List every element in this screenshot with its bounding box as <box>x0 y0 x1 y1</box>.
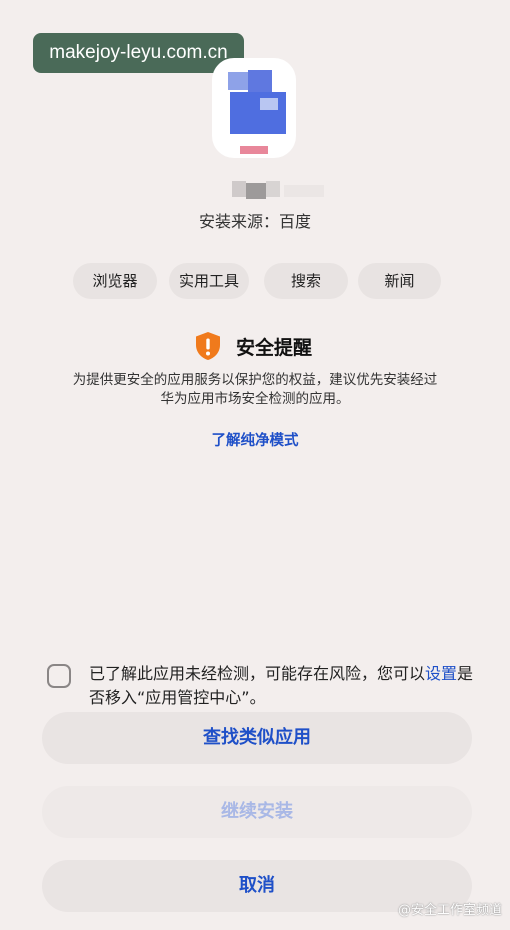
continue-install-button[interactable]: 继续安装 <box>42 786 472 838</box>
alert-title: 安全提醒 <box>236 336 313 359</box>
alert-desc-line: 华为应用市场安全检测的应用。 <box>160 391 350 407</box>
learn-pure-mode-link[interactable]: 了解纯净模式 <box>0 429 510 450</box>
tag-search[interactable]: 搜索 <box>264 263 348 299</box>
install-source: 安装来源：百度 <box>198 212 311 231</box>
shield-warning-icon <box>196 332 220 360</box>
icon-mosaic <box>240 146 268 154</box>
tag-news[interactable]: 新闻 <box>358 263 441 299</box>
app-icon <box>212 58 296 158</box>
risk-consent-checkbox[interactable] <box>47 664 71 688</box>
find-similar-apps-button[interactable]: 查找类似应用 <box>42 712 472 764</box>
security-alert-header: 安全提醒 <box>194 331 312 361</box>
tag-utility-tools[interactable]: 实用工具 <box>169 263 249 299</box>
app-name-obscured <box>232 181 324 199</box>
tag-browser[interactable]: 浏览器 <box>73 263 157 299</box>
icon-mosaic <box>260 98 278 110</box>
icon-mosaic <box>228 72 250 90</box>
corner-watermark: @安全工作室频道 <box>397 903 502 918</box>
consent-text-before: 已了解此应用未经检测，可能存在风险，您可以 <box>89 664 426 683</box>
alert-desc-line: 为提供更安全的应用服务以保护您的权益，建议优先安装经过 <box>72 372 438 388</box>
alert-description: 为提供更安全的应用服务以保护您的权益，建议优先安装经过 华为应用市场安全检测的应… <box>40 371 470 409</box>
settings-link[interactable]: 设置 <box>425 664 457 683</box>
consent-text: 已了解此应用未经检测，可能存在风险，您可以设置是否移入“应用管控中心”。 <box>89 662 475 710</box>
app-tags: 浏览器 实用工具 搜索 新闻 <box>73 263 441 299</box>
watermark-url-badge: makejoy-leyu.com.cn <box>33 33 244 73</box>
